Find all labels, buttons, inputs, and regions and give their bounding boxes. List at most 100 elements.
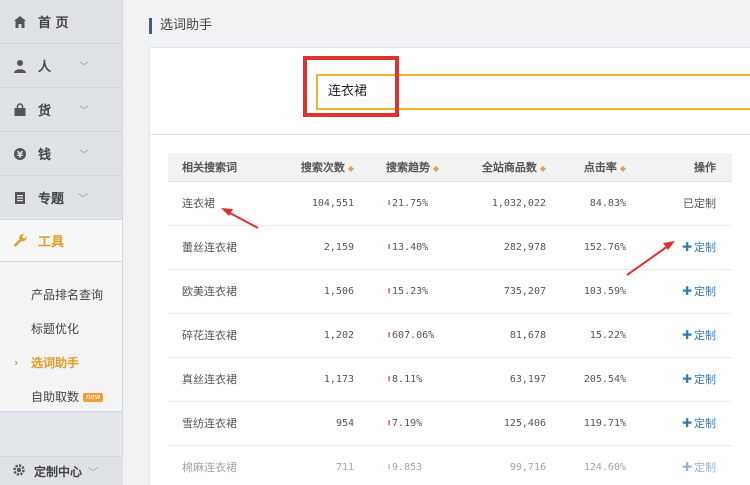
products-value: 63,197 — [509, 373, 546, 385]
customize-button[interactable]: ✚ 定制 — [682, 372, 716, 386]
submenu-item-product-ranking[interactable]: 产品排名查询 — [0, 278, 122, 312]
column-header[interactable]: 搜索趋势 ◆ — [364, 153, 458, 182]
trend-value: 7.19% — [392, 417, 423, 429]
searches-value: 711 — [335, 461, 354, 473]
cell-products: 81,678 — [458, 313, 556, 358]
column-header[interactable]: 点击率 ◆ — [556, 153, 636, 182]
keyword-text: 欧美连衣裙 — [182, 285, 237, 298]
sidebar-item-people[interactable]: 人 ﹀ — [0, 44, 122, 88]
chevron-down-icon: ﹀ — [79, 62, 90, 73]
cell-searches: 954 — [282, 401, 364, 446]
sort-icon[interactable]: ◆ — [348, 164, 354, 173]
chevron-down-icon: ﹀ — [78, 194, 89, 205]
user-icon — [12, 58, 28, 74]
customize-label: 定制 — [694, 417, 716, 430]
highlight-box — [303, 56, 399, 117]
sort-icon[interactable]: ◆ — [540, 164, 546, 173]
cell-products: 125,406 — [458, 401, 556, 446]
cell-products: 1,032,022 — [458, 181, 556, 226]
customize-button[interactable]: ✚ 定制 — [682, 328, 716, 342]
column-header-label: 搜索趋势 — [386, 160, 430, 174]
cell-ctr: 205.54% — [556, 357, 636, 402]
customize-label: 定制 — [694, 373, 716, 386]
customize-button[interactable]: ✚ 定制 — [682, 284, 716, 298]
table-row: 碎花连衣裙 1,202 ⬆607.06% 81,678 15.22% ✚ 定制 — [168, 313, 732, 358]
table-header-row: 相关搜索词 搜索次数 ◆ 搜索趋势 ◆ 全站商品数 ◆ 点击率 ◆ 操作 — [168, 153, 732, 182]
ctr-value: 119.71% — [583, 417, 626, 429]
column-header: 操作 — [636, 153, 732, 182]
column-header-label: 搜索次数 — [300, 160, 345, 174]
table-row: 连衣裙 104,551 ⬇21.75% 1,032,022 84.83% 已定制 — [168, 181, 732, 226]
keyword-text: 连衣裙 — [182, 197, 215, 210]
table-row: 欧美连衣裙 1,506 ⬆15.23% 735,207 103.59% ✚ 定制 — [168, 269, 732, 314]
ctr-value: 205.54% — [583, 373, 626, 385]
cell-products: 63,197 — [458, 357, 556, 402]
trend-value: 607.06% — [392, 329, 435, 341]
table-row: 蕾丝连衣裙 2,159 ⬇13.40% 282,978 152.76% ✚ 定制 — [168, 225, 732, 270]
sidebar-item-custom-center[interactable]: 定制中心 ﹀ — [0, 456, 123, 485]
sort-icon[interactable]: ◆ — [620, 164, 626, 173]
customize-button[interactable]: ✚ 定制 — [681, 240, 716, 254]
sort-icon[interactable]: ◆ — [433, 164, 439, 173]
trend-value: 15.23% — [392, 285, 429, 297]
trend-value: 21.75% — [392, 197, 429, 209]
sidebar-item-label: 人 — [38, 60, 52, 75]
cell-action: 已定制 — [636, 181, 732, 226]
sidebar-item-money[interactable]: ¥ 钱 ﹀ — [0, 132, 122, 176]
cell-keyword[interactable]: 欧美连衣裙 — [168, 269, 282, 314]
cell-keyword[interactable]: 蕾丝连衣裙 — [168, 225, 282, 270]
submenu-item-keyword-helper[interactable]: › 选词助手 — [0, 346, 122, 380]
plus-icon: ✚ — [681, 460, 692, 474]
wrench-icon — [12, 233, 28, 249]
column-header-label: 全站商品数 — [481, 160, 537, 174]
search-panel — [149, 47, 750, 135]
searches-value: 1,506 — [323, 285, 354, 297]
cell-searches: 711 — [282, 445, 364, 485]
ctr-value: 84.83% — [589, 197, 626, 209]
column-header[interactable]: 搜索次数 ◆ — [282, 153, 364, 182]
page-title: 选词助手 — [149, 18, 212, 34]
customize-label: 定制 — [694, 285, 716, 298]
cell-keyword[interactable]: 碎花连衣裙 — [168, 313, 282, 358]
customize-button[interactable]: ✚ 定制 — [681, 416, 716, 430]
column-header[interactable]: 全站商品数 ◆ — [458, 153, 556, 182]
products-value: 125,406 — [503, 417, 546, 429]
sidebar-item-label: 工具 — [38, 235, 65, 250]
trend-value: 9.853 — [392, 461, 423, 473]
coin-icon: ¥ — [12, 146, 28, 162]
cell-trend: ⬆8.11% — [364, 357, 458, 402]
searches-value: 2,159 — [323, 241, 354, 253]
cell-keyword[interactable]: 连衣裙 — [168, 181, 282, 226]
products-value: 99,716 — [509, 461, 546, 473]
sidebar-item-tools[interactable]: 工具 — [0, 220, 122, 262]
results-panel: 相关搜索词 搜索次数 ◆ 搜索趋势 ◆ 全站商品数 ◆ 点击率 ◆ 操作 连衣裙 104,… — [149, 135, 750, 485]
cell-ctr: 124.60% — [556, 445, 636, 485]
searches-value: 1,202 — [323, 329, 354, 341]
cell-action: ✚ 定制 — [636, 401, 732, 446]
products-value: 81,678 — [509, 329, 546, 341]
cell-keyword[interactable]: 棉麻连衣裙 — [168, 445, 282, 485]
cell-trend: ⬇9.853 — [364, 445, 458, 485]
sidebar-item-goods[interactable]: 货 ﹀ — [0, 88, 122, 132]
cell-keyword[interactable]: 真丝连衣裙 — [168, 357, 282, 402]
keyword-text: 棉麻连衣裙 — [182, 461, 237, 474]
column-header: 相关搜索词 — [168, 153, 282, 182]
submenu-item-self-data[interactable]: 自助取数 new — [0, 380, 122, 414]
cell-keyword[interactable]: 雪纺连衣裙 — [168, 401, 282, 446]
customize-label: 定制 — [694, 329, 716, 342]
sidebar-item-label: 钱 — [38, 148, 52, 163]
keyword-text: 雪纺连衣裙 — [182, 417, 237, 430]
sidebar-item-label: 货 — [38, 104, 52, 119]
submenu-item-title-optimize[interactable]: 标题优化 — [0, 312, 122, 346]
plus-icon: ✚ — [681, 240, 692, 254]
keyword-text: 真丝连衣裙 — [182, 373, 237, 386]
plus-icon: ✚ — [681, 416, 692, 430]
cell-ctr: 152.76% — [556, 225, 636, 270]
cell-action: ✚ 定制 — [636, 225, 732, 270]
sidebar-item-home[interactable]: 首 页 — [0, 0, 122, 44]
submenu-item-label: 标题优化 — [31, 322, 80, 336]
sidebar-item-topics[interactable]: 专题 ﹀ — [0, 176, 122, 220]
customized-label: 已定制 — [683, 197, 716, 210]
cell-searches: 104,551 — [282, 181, 364, 226]
customize-button[interactable]: ✚ 定制 — [681, 460, 716, 474]
